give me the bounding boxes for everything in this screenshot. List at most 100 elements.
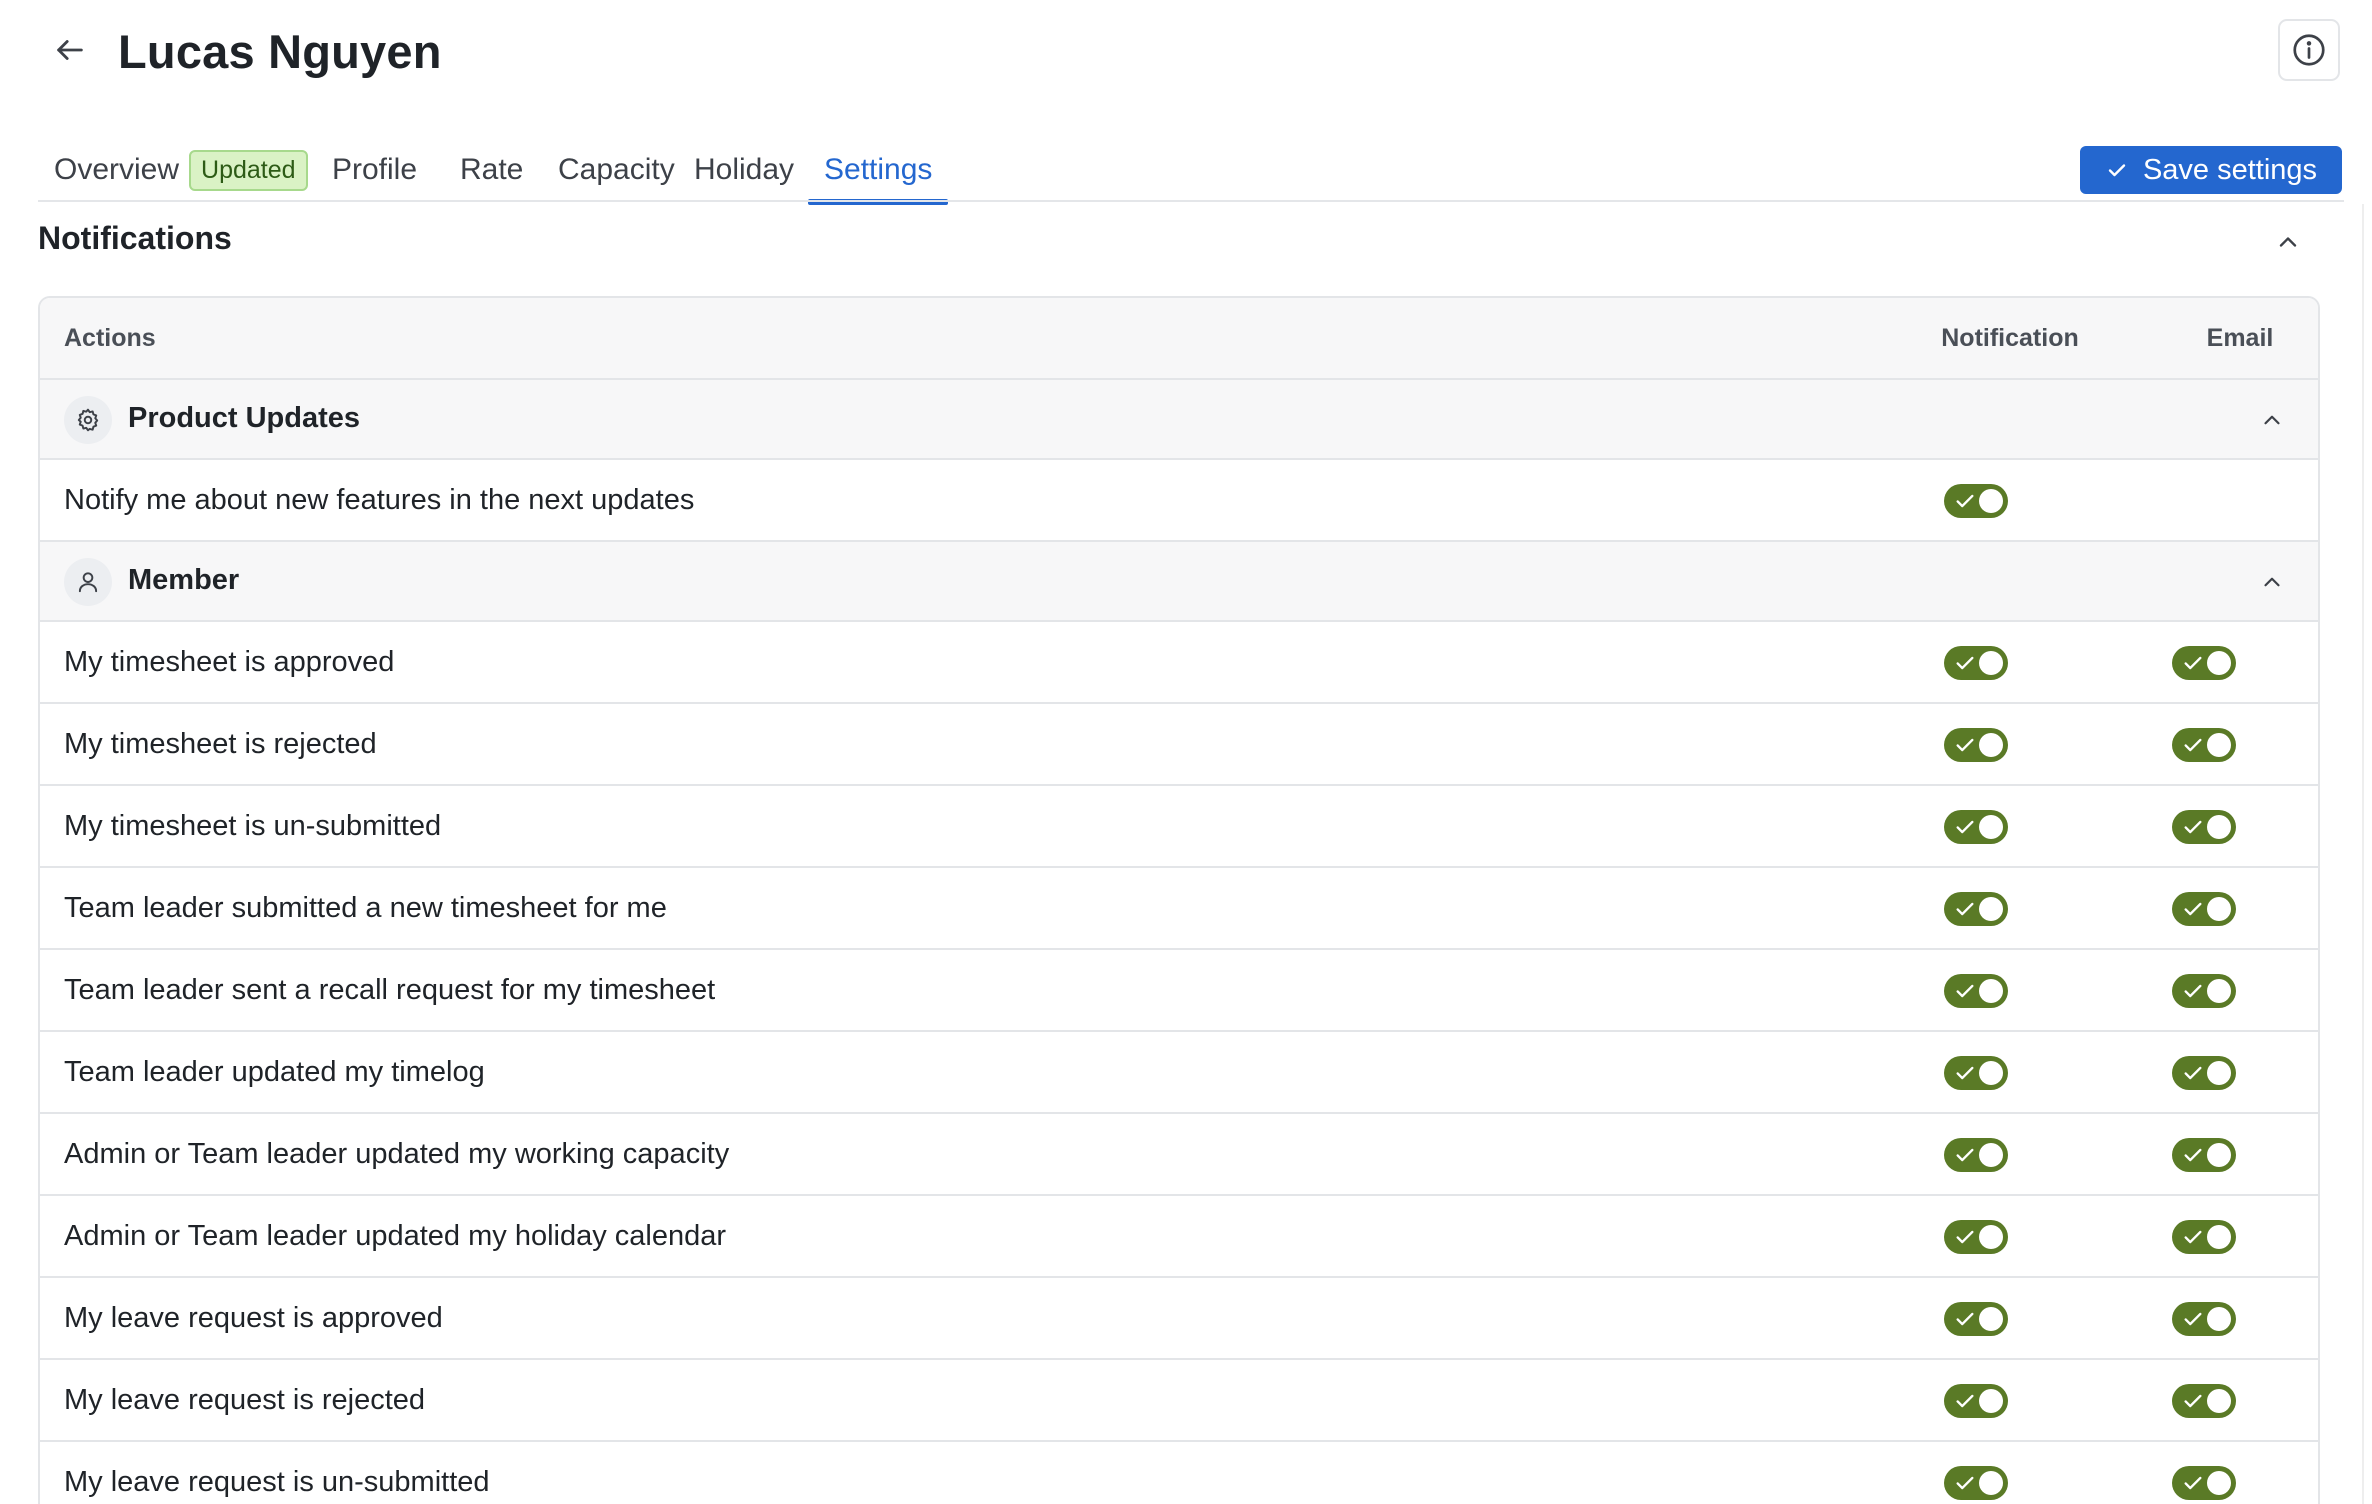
row-label: My timesheet is un-submitted [64,810,442,842]
page-title: Lucas Nguyen [118,25,442,78]
notification-toggle[interactable] [1944,1302,2008,1336]
table-row: Admin or Team leader updated my holiday … [40,1196,2318,1278]
check-icon [1956,738,1974,752]
group-row-product-updates: Product Updates [40,380,2318,460]
row-label: My timesheet is approved [64,646,395,678]
check-icon [1956,820,1974,834]
email-toggle[interactable] [2172,646,2236,680]
tab-settings[interactable]: Settings [808,138,949,205]
email-toggle[interactable] [2172,728,2236,762]
notification-toggle[interactable] [1944,810,2008,844]
email-toggle[interactable] [2172,1384,2236,1418]
email-toggle[interactable] [2172,1138,2236,1172]
toggle-knob [1979,897,2003,921]
toggle-knob [2207,1143,2231,1167]
chevron-up-icon [2279,237,2297,247]
notification-toggle[interactable] [1944,1466,2008,1500]
save-button-label: Save settings [2142,153,2318,186]
check-icon [1956,1066,1974,1080]
email-toggle[interactable] [2172,892,2236,926]
email-toggle[interactable] [2172,1466,2236,1500]
email-toggle[interactable] [2172,1056,2236,1090]
row-label: Admin or Team leader updated my holiday … [64,1220,727,1252]
info-button[interactable] [2278,19,2340,81]
tab-bar: Overview Updated Profile Rate Capacity H… [38,138,2372,205]
notification-toggle[interactable] [1944,1220,2008,1254]
column-header-notification: Notification [1941,324,2079,352]
notifications-collapse-button[interactable] [2268,222,2308,262]
scrollbar[interactable] [2362,204,2364,1504]
check-icon [2184,820,2202,834]
row-label: My leave request is un-submitted [64,1466,490,1498]
check-icon [2184,1476,2202,1490]
notification-toggle[interactable] [1944,728,2008,762]
notification-toggle[interactable] [1944,646,2008,680]
chevron-up-icon [2264,415,2280,425]
table-row: Team leader sent a recall request for my… [40,950,2318,1032]
notification-toggle[interactable] [1944,1056,2008,1090]
check-icon [1956,494,1974,508]
info-circle-icon [2293,34,2325,66]
check-icon [1956,1394,1974,1408]
check-icon [2184,1148,2202,1162]
table-row: My timesheet is rejected [40,704,2318,786]
tab-capacity[interactable]: Capacity [542,138,691,202]
check-icon [1956,1312,1974,1326]
tab-profile[interactable]: Profile [316,138,433,202]
row-label: My timesheet is rejected [64,728,377,760]
chevron-up-icon [2264,577,2280,587]
group-collapse-button[interactable] [2252,562,2292,602]
tab-label: Overview [54,153,180,186]
table-header: Actions Notification Email [40,298,2318,380]
arrow-left-icon [57,40,83,60]
notification-toggle[interactable] [1944,974,2008,1008]
back-button[interactable] [46,26,94,74]
tabs-divider [38,200,2344,202]
notification-toggle[interactable] [1944,1138,2008,1172]
row-label: Team leader submitted a new timesheet fo… [64,892,667,924]
tab-holiday[interactable]: Holiday [678,138,810,202]
table-row: Team leader submitted a new timesheet fo… [40,868,2318,950]
save-settings-button[interactable]: Save settings [2080,146,2342,194]
tab-label: Profile [332,153,418,186]
email-toggle[interactable] [2172,810,2236,844]
check-icon [2184,1066,2202,1080]
tab-rate[interactable]: Rate [444,138,539,202]
email-toggle[interactable] [2172,1220,2236,1254]
table-row: Team leader updated my timelog [40,1032,2318,1114]
tab-label: Holiday [694,153,795,186]
toggle-knob [1979,1471,2003,1495]
toggle-knob [1979,651,2003,675]
row-label: My leave request is approved [64,1302,443,1334]
tab-label: Capacity [558,153,675,186]
toggle-knob [2207,1061,2231,1085]
row-label: My leave request is rejected [64,1384,426,1416]
column-header-email: Email [2206,324,2274,352]
table-row: Admin or Team leader updated my working … [40,1114,2318,1196]
toggle-knob [2207,1307,2231,1331]
toggle-knob [2207,815,2231,839]
check-icon [2108,164,2126,177]
row-label: Team leader updated my timelog [64,1056,485,1088]
check-icon [1956,1476,1974,1490]
tab-label: Settings [824,153,933,186]
group-collapse-button[interactable] [2252,400,2292,440]
check-icon [1956,656,1974,670]
check-icon [1956,984,1974,998]
toggle-knob [2207,651,2231,675]
notification-toggle[interactable] [1944,1384,2008,1418]
tab-overview[interactable]: Overview Updated [38,138,324,202]
email-toggle[interactable] [2172,974,2236,1008]
toggle-knob [2207,1225,2231,1249]
email-toggle[interactable] [2172,1302,2236,1336]
notification-toggle[interactable] [1944,892,2008,926]
toggle-knob [1979,733,2003,757]
notification-toggle[interactable] [1944,484,2008,518]
toggle-knob [2207,733,2231,757]
updated-badge: Updated [189,149,308,191]
toggle-knob [2207,1471,2231,1495]
column-header-actions: Actions [64,324,156,352]
toggle-knob [1979,1307,2003,1331]
toggle-knob [1979,979,2003,1003]
row-label: Team leader sent a recall request for my… [64,974,716,1006]
